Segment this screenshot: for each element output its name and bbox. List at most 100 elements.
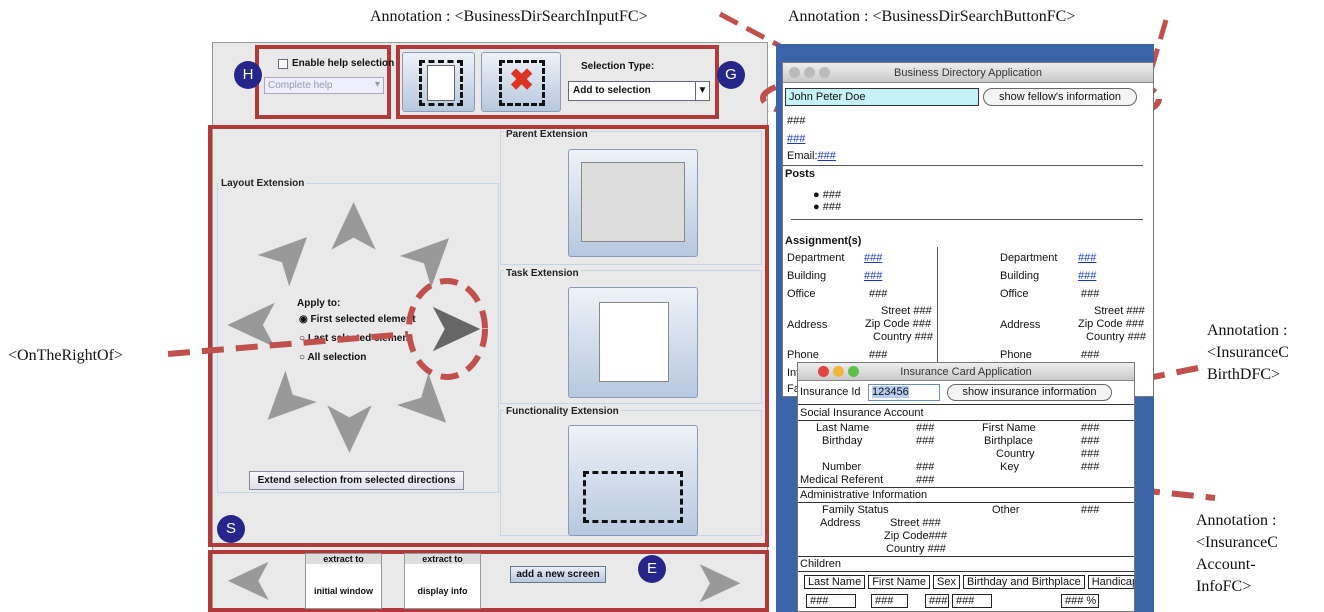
functionality-extension-button[interactable] — [568, 425, 698, 536]
previous-screen-icon[interactable]: ➤ — [225, 549, 275, 612]
col-first-name: First Name — [868, 575, 930, 589]
number-label: Number — [822, 461, 862, 473]
street-row: Street ### — [890, 517, 941, 529]
child-handicap[interactable]: ### % — [1061, 594, 1099, 608]
building-link[interactable]: ### — [864, 270, 882, 282]
phone-label: Phone — [1000, 349, 1032, 361]
country-row: Country ### — [886, 543, 946, 555]
business-directory-window: Business Directory Application John Pete… — [782, 62, 1154, 397]
address-label: Address — [787, 319, 828, 331]
minimize-icon[interactable] — [833, 366, 844, 377]
assignments-heading: Assignment(s) — [785, 235, 862, 247]
divider — [798, 571, 1134, 572]
parent-layout-icon — [581, 162, 685, 242]
badge-s: S — [217, 515, 245, 543]
zip-label: Zip Code — [1078, 318, 1123, 330]
show-fellow-button[interactable]: show fellow's information — [983, 88, 1137, 106]
country-row: Country ### — [873, 331, 933, 343]
child-last-name[interactable]: ### — [806, 594, 856, 608]
extract-initial-bottom: initial window — [314, 586, 373, 596]
close-icon[interactable] — [818, 366, 829, 377]
zip-row: Zip Code ### — [1078, 318, 1144, 330]
divider — [783, 165, 1143, 166]
country-value: ### — [1127, 331, 1146, 343]
col-last-name: Last Name — [804, 575, 866, 589]
functionality-extension-title: Functionality Extension — [504, 406, 621, 417]
parent-extension-button[interactable] — [568, 149, 698, 257]
first-name-label: First Name — [982, 422, 1036, 434]
last-name-label: Last Name — [816, 422, 870, 434]
country-label: Country — [996, 448, 1035, 460]
country-value: ### — [1081, 448, 1100, 460]
street-value: ### — [913, 305, 932, 317]
minimize-icon[interactable] — [804, 67, 815, 78]
extract-display-info[interactable]: extract to display info — [404, 553, 481, 609]
street-row: Street ### — [881, 305, 932, 317]
divider — [798, 420, 1134, 421]
zip-value: ### — [1125, 318, 1145, 330]
posts-heading: Posts — [785, 168, 815, 180]
extract-display-bottom: display info — [417, 586, 468, 596]
department-link[interactable]: ### — [1078, 252, 1096, 264]
key-value: ### — [1081, 461, 1100, 473]
department-link[interactable]: ### — [864, 252, 882, 264]
col-sex: Sex — [932, 575, 960, 589]
window-controls — [789, 67, 830, 78]
child-birth[interactable]: ### — [952, 594, 992, 608]
address-label: Address — [1000, 319, 1041, 331]
insurance-id-value: 123456 — [872, 386, 909, 398]
building-label: Building — [787, 270, 827, 282]
show-insurance-button[interactable]: show insurance information — [947, 384, 1112, 401]
street-row: Street ### — [1094, 305, 1145, 317]
department-label: Department — [787, 252, 845, 264]
country-label: Country — [873, 331, 912, 343]
insurance-id-label: Insurance Id — [800, 386, 861, 398]
building-label: Building — [1000, 270, 1040, 282]
homepage-link[interactable]: ### — [787, 133, 805, 145]
task-extension-button[interactable] — [568, 287, 698, 398]
post-item: ● ### — [813, 189, 842, 201]
business-title: Business Directory Application — [894, 67, 1042, 79]
key-label: Key — [1000, 461, 1019, 473]
insurance-id-input[interactable]: 123456 — [868, 384, 940, 401]
extract-initial-top: extract to — [306, 554, 381, 564]
extract-display-top: extract to — [405, 554, 480, 564]
insurance-card-window: Insurance Card Application Insurance Id … — [797, 362, 1135, 612]
search-input[interactable]: John Peter Doe — [785, 88, 979, 106]
birthday-value: ### — [916, 435, 935, 447]
number-value: ### — [916, 461, 935, 473]
address-label: Address — [820, 517, 861, 529]
children-heading: Children — [800, 558, 841, 570]
add-new-screen-button[interactable]: add a new screen — [510, 566, 606, 583]
zoom-icon[interactable] — [819, 67, 830, 78]
post-value: ### — [822, 189, 842, 201]
zoom-icon[interactable] — [848, 366, 859, 377]
phone-value: ### — [1081, 349, 1100, 361]
country-value: ### — [914, 331, 933, 343]
family-status-label: Family Status — [822, 504, 889, 516]
divider — [798, 556, 1134, 557]
children-row: ### ### ### ### ### % — [806, 594, 1102, 608]
col-handicap: Handicap — [1087, 575, 1134, 589]
country-label: Country — [1086, 331, 1125, 343]
other-value: ### — [1081, 504, 1100, 516]
medical-referent-label: Medical Referent — [800, 474, 884, 486]
office-label: Office — [1000, 288, 1029, 300]
child-sex[interactable]: ### — [925, 594, 949, 608]
birthday-label: Birthday — [822, 435, 863, 447]
zip-row: Zip Code### — [884, 530, 947, 542]
other-label: Other — [992, 504, 1020, 516]
close-icon[interactable] — [789, 67, 800, 78]
extract-initial-window[interactable]: extract to initial window — [305, 553, 382, 609]
post-item: ● ### — [813, 201, 842, 213]
email-link[interactable]: ### — [818, 150, 836, 162]
next-screen-icon[interactable]: ➤ — [693, 552, 743, 612]
zip-row: Zip Code ### — [865, 318, 931, 330]
zip-label: Zip Code — [865, 318, 910, 330]
search-value: John Peter Doe — [789, 91, 866, 103]
last-name-value: ### — [916, 422, 935, 434]
business-titlebar: Business Directory Application — [783, 63, 1153, 83]
screen-region — [208, 550, 769, 612]
child-first-name[interactable]: ### — [871, 594, 908, 608]
building-link[interactable]: ### — [1078, 270, 1096, 282]
